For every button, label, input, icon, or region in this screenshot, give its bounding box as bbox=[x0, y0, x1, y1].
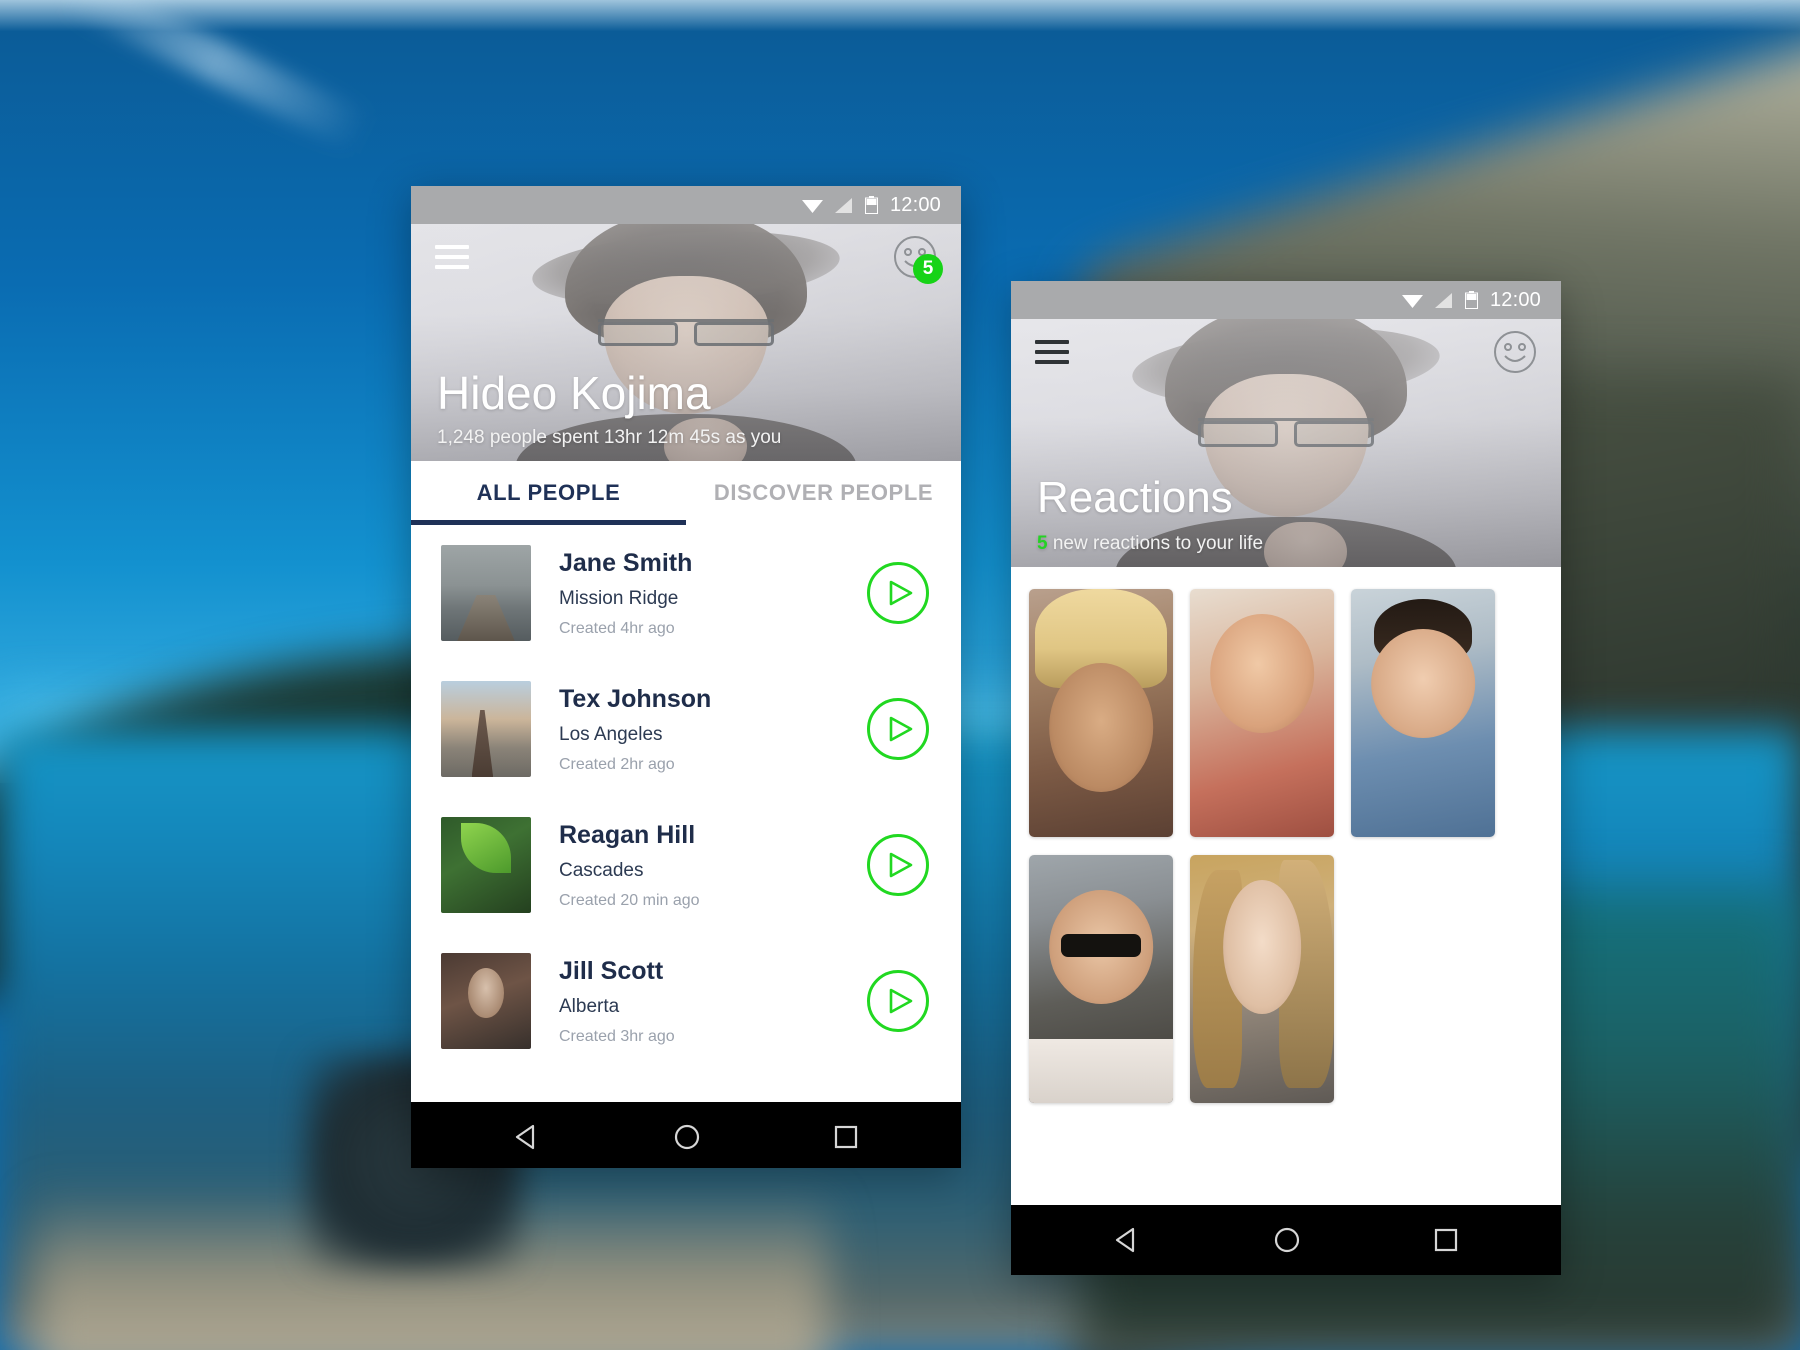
smiley-face-icon bbox=[1493, 330, 1537, 374]
phone-mockup-all-people: 12:00 5 Hideo K bbox=[411, 186, 961, 1168]
battery-icon bbox=[865, 196, 878, 214]
tab-discover-people[interactable]: DISCOVER PEOPLE bbox=[686, 461, 961, 525]
recents-square-icon[interactable] bbox=[1432, 1226, 1460, 1254]
play-button[interactable] bbox=[867, 970, 929, 1032]
wifi-icon bbox=[802, 198, 823, 213]
play-button[interactable] bbox=[867, 562, 929, 624]
item-created: Created 20 min ago bbox=[559, 892, 867, 910]
back-triangle-icon[interactable] bbox=[512, 1122, 542, 1152]
item-name: Reagan Hill bbox=[559, 821, 867, 850]
reaction-photo[interactable] bbox=[1190, 855, 1334, 1103]
reaction-photo[interactable] bbox=[1190, 589, 1334, 837]
recents-square-icon[interactable] bbox=[832, 1123, 860, 1151]
hamburger-menu-icon[interactable] bbox=[435, 245, 469, 269]
app-bar: 5 bbox=[411, 224, 961, 290]
reactions-summary: 5 new reactions to your life bbox=[1037, 533, 1263, 555]
item-name: Jill Scott bbox=[559, 957, 867, 986]
play-icon bbox=[889, 988, 913, 1014]
reactions-hero: Reactions 5 new reactions to your life bbox=[1011, 319, 1561, 567]
play-icon bbox=[889, 852, 913, 878]
android-nav-bar bbox=[1011, 1205, 1561, 1275]
play-icon bbox=[889, 716, 913, 742]
hamburger-menu-icon[interactable] bbox=[1035, 340, 1069, 364]
item-created: Created 3hr ago bbox=[559, 1028, 867, 1046]
tab-all-people[interactable]: ALL PEOPLE bbox=[411, 461, 686, 525]
item-name: Tex Johnson bbox=[559, 685, 867, 714]
item-place: Cascades bbox=[559, 860, 867, 882]
status-bar: 12:00 bbox=[411, 186, 961, 224]
reaction-photo[interactable] bbox=[1029, 855, 1173, 1103]
item-thumbnail bbox=[441, 953, 531, 1049]
signal-icon bbox=[1435, 293, 1453, 308]
app-bar bbox=[1011, 319, 1561, 385]
reactions-summary-text: new reactions to your life bbox=[1048, 533, 1263, 554]
play-icon bbox=[889, 580, 913, 606]
item-thumbnail bbox=[441, 817, 531, 913]
item-place: Alberta bbox=[559, 996, 867, 1018]
item-thumbnail bbox=[441, 681, 531, 777]
item-place: Los Angeles bbox=[559, 724, 867, 746]
back-triangle-icon[interactable] bbox=[1112, 1225, 1142, 1255]
item-created: Created 4hr ago bbox=[559, 620, 867, 638]
home-circle-icon[interactable] bbox=[672, 1122, 702, 1152]
reactions-grid bbox=[1011, 567, 1561, 1205]
list-item[interactable]: Tex Johnson Los Angeles Created 2hr ago bbox=[411, 661, 961, 797]
signal-icon bbox=[835, 198, 853, 213]
play-button[interactable] bbox=[867, 834, 929, 896]
android-nav-bar bbox=[411, 1102, 961, 1168]
list-item[interactable]: Jane Smith Mission Ridge Created 4hr ago bbox=[411, 525, 961, 661]
status-bar: 12:00 bbox=[1011, 281, 1561, 319]
profile-subtitle: 1,248 people spent 13hr 12m 45s as you bbox=[437, 427, 781, 449]
reactions-heading-group: Reactions 5 new reactions to your life bbox=[1037, 475, 1263, 555]
profile-name: Hideo Kojima bbox=[437, 369, 781, 417]
list-item[interactable]: Jill Scott Alberta Created 3hr ago bbox=[411, 933, 961, 1069]
profile-heading-group: Hideo Kojima 1,248 people spent 13hr 12m… bbox=[437, 369, 781, 449]
profile-hero: 5 Hideo Kojima 1,248 people spent 13hr 1… bbox=[411, 224, 961, 461]
reactions-button[interactable] bbox=[1493, 330, 1537, 374]
reaction-photo[interactable] bbox=[1029, 589, 1173, 837]
play-button[interactable] bbox=[867, 698, 929, 760]
reactions-badge: 5 bbox=[913, 254, 943, 284]
reaction-photo[interactable] bbox=[1351, 589, 1495, 837]
reactions-count: 5 bbox=[1037, 533, 1048, 554]
battery-icon bbox=[1465, 291, 1478, 309]
people-list: Jane Smith Mission Ridge Created 4hr ago… bbox=[411, 525, 961, 1102]
item-thumbnail bbox=[441, 545, 531, 641]
page-title: Reactions bbox=[1037, 475, 1263, 521]
item-name: Jane Smith bbox=[559, 549, 867, 578]
home-circle-icon[interactable] bbox=[1272, 1225, 1302, 1255]
status-bar-time: 12:00 bbox=[890, 194, 941, 217]
reactions-button[interactable]: 5 bbox=[893, 235, 937, 279]
status-bar-time: 12:00 bbox=[1490, 289, 1541, 312]
item-created: Created 2hr ago bbox=[559, 756, 867, 774]
item-place: Mission Ridge bbox=[559, 588, 867, 610]
list-item[interactable]: Reagan Hill Cascades Created 20 min ago bbox=[411, 797, 961, 933]
phone-mockup-reactions: 12:00 Reactions bbox=[1011, 281, 1561, 1275]
wifi-icon bbox=[1402, 293, 1423, 308]
tab-bar: ALL PEOPLE DISCOVER PEOPLE bbox=[411, 461, 961, 525]
